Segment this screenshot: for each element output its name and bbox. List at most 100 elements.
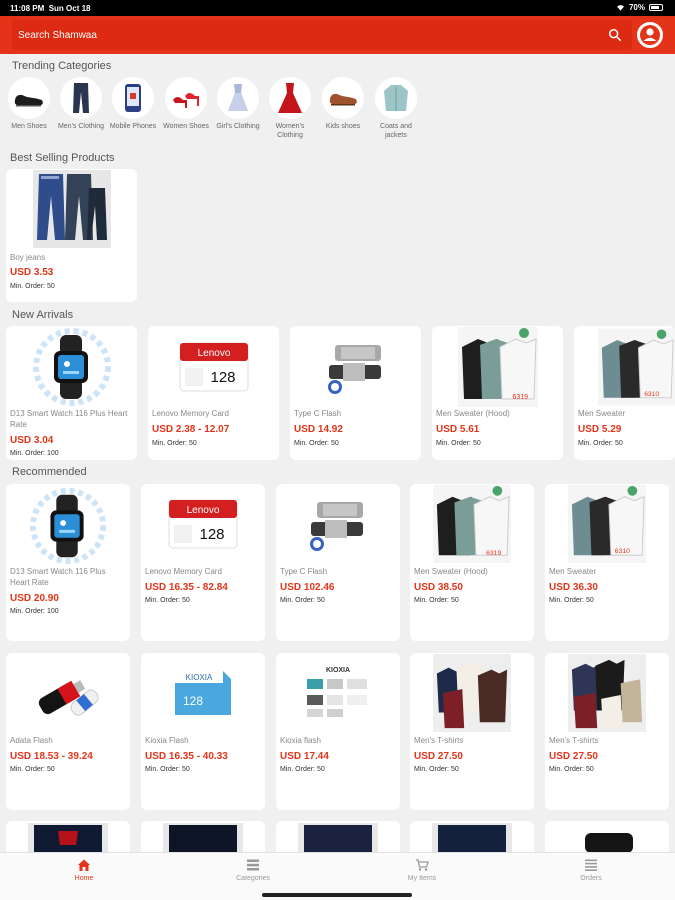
product-card-men-sweater[interactable]: 6310 Men Sweater USD 36.30 Min. Order: 5…	[545, 484, 669, 641]
product-image	[290, 326, 421, 408]
search-input[interactable]: Search Shamwaa	[12, 20, 632, 50]
orders-icon	[585, 859, 597, 871]
category-label: Girl's Clothing	[216, 123, 260, 130]
product-card-lenovo-memory[interactable]: Lenovo 128 Lenovo Memory Card USD 16.35 -…	[141, 484, 265, 641]
svg-text:6310: 6310	[615, 548, 630, 555]
category-coats-jackets[interactable]: Coats and jackets	[372, 77, 420, 140]
product-name: Men's T-shirts	[414, 736, 464, 745]
product-price: USD 17.44	[280, 751, 329, 762]
product-name: Men Sweater (Hood)	[414, 567, 488, 576]
tshirt-image	[568, 654, 646, 732]
product-min-order: Min. Order: 50	[414, 597, 459, 604]
category-kids-shoes[interactable]: Kids shoes	[319, 77, 367, 131]
category-label: Men Shoes	[11, 123, 47, 130]
product-name: Men Sweater	[549, 567, 597, 576]
product-image: 6310	[545, 484, 669, 564]
product-name: Boy jeans	[10, 253, 46, 262]
product-min-order: Min. Order: 50	[414, 766, 459, 773]
product-min-order: Min. Order: 100	[10, 608, 59, 615]
product-name: Adata Flash	[10, 736, 53, 745]
product-image	[545, 653, 669, 733]
svg-text:KIOXIA: KIOXIA	[326, 667, 350, 674]
profile-button[interactable]	[637, 22, 663, 48]
battery-icon	[649, 4, 663, 11]
product-price: USD 36.30	[549, 582, 598, 593]
product-name: Kioxia Flash	[145, 736, 189, 745]
category-thumb	[269, 77, 311, 119]
svg-text:128: 128	[210, 369, 235, 386]
category-label: Coats and jackets	[380, 123, 412, 139]
product-price: USD 5.61	[436, 424, 480, 435]
product-card-smart-watch[interactable]: D13 Smart Watch 116 Plus Heart Rate USD …	[6, 484, 130, 641]
product-card-mens-tshirts[interactable]: Men's T-shirts USD 27.50 Min. Order: 50	[545, 653, 669, 810]
product-min-order: Min. Order: 50	[145, 597, 190, 604]
product-card-men-sweater-hood[interactable]: 6319 Men Sweater (Hood) USD 38.50 Min. O…	[410, 484, 534, 641]
category-womens-clothing[interactable]: Women's Clothing	[266, 77, 314, 140]
category-mobile-phones[interactable]: Mobile Phones	[109, 77, 157, 131]
usb-set-image: KIOXIA	[307, 667, 367, 717]
product-image	[276, 484, 400, 564]
jeans-image	[32, 170, 111, 248]
sweater-image: 6310	[568, 485, 646, 563]
product-card-type-c-flash[interactable]: Type C Flash USD 14.92 Min. Order: 50	[290, 326, 421, 460]
product-image: 6319	[410, 484, 534, 564]
category-thumb	[322, 77, 364, 119]
dress-icon	[228, 84, 248, 111]
category-girls-clothing[interactable]: Girl's Clothing	[214, 77, 262, 131]
product-min-order: Min. Order: 50	[145, 766, 190, 773]
nav-orders[interactable]: Orders	[507, 853, 675, 900]
product-min-order: Min. Order: 50	[152, 440, 197, 447]
product-price: USD 38.50	[414, 582, 463, 593]
search-icon[interactable]	[608, 28, 622, 42]
phone-icon	[125, 84, 141, 112]
svg-text:128: 128	[199, 526, 224, 543]
product-card-men-sweater[interactable]: 6310 Men Sweater USD 5.29 Min. Order: 50	[574, 326, 675, 460]
status-bar: 11:08 PM Sun Oct 18 70%	[0, 0, 675, 16]
product-image: Lenovo 128	[141, 484, 265, 564]
product-name: Lenovo Memory Card	[152, 409, 229, 418]
category-men-shoes[interactable]: Men Shoes	[5, 77, 53, 131]
product-card-men-sweater-hood[interactable]: 6319 Men Sweater (Hood) USD 5.61 Min. Or…	[432, 326, 563, 460]
product-name: Kioxia flash	[280, 736, 321, 745]
product-image	[410, 653, 534, 733]
product-name: Men Sweater	[578, 409, 626, 418]
search-placeholder: Search Shamwaa	[18, 30, 97, 41]
product-card-boy-jeans[interactable]: Boy jeans USD 3.53 Min. Order: 50	[6, 169, 137, 302]
category-label: Women Shoes	[163, 123, 209, 130]
product-name: Men's T-shirts	[549, 736, 599, 745]
category-thumb	[217, 77, 259, 119]
tshirt-image	[28, 823, 108, 853]
cart-icon	[416, 859, 429, 871]
shoe-icon	[14, 94, 43, 107]
home-icon	[78, 859, 90, 871]
trending-categories: Men Shoes Men's Clothing Mobile Phones W…	[5, 77, 675, 147]
category-mens-clothing[interactable]: Men's Clothing	[57, 77, 105, 131]
nav-label: Categories	[236, 875, 270, 882]
svg-text:128: 128	[183, 694, 203, 708]
product-card-kioxia-flash-set[interactable]: KIOXIA Kioxia flash USD 17.44 Min. Order…	[276, 653, 400, 810]
product-card-mens-tshirts[interactable]: Men's T-shirts USD 27.50 Min. Order: 50	[410, 653, 534, 810]
product-price: USD 27.50	[414, 751, 463, 762]
smartwatch-image	[29, 487, 107, 565]
product-image: 6319	[432, 326, 563, 408]
flash-drive-image	[327, 345, 381, 394]
category-label: Kids shoes	[325, 123, 361, 130]
product-name: D13 Smart Watch 116 Plus Heart Rate	[10, 409, 128, 429]
product-card-adata-flash[interactable]: Adata Flash USD 18.53 - 39.24 Min. Order…	[6, 653, 130, 810]
svg-text:6319: 6319	[486, 550, 501, 557]
product-card-type-c-flash[interactable]: Type C Flash USD 102.46 Min. Order: 50	[276, 484, 400, 641]
product-image: Lenovo 128	[148, 326, 279, 408]
product-card-smart-watch[interactable]: D13 Smart Watch 116 Plus Heart Rate USD …	[6, 326, 137, 460]
category-women-shoes[interactable]: Women Shoes	[162, 77, 210, 131]
product-min-order: Min. Order: 50	[549, 597, 594, 604]
category-thumb	[60, 77, 102, 119]
product-price: USD 5.29	[578, 424, 622, 435]
jacket-icon	[384, 85, 408, 111]
product-card-lenovo-memory[interactable]: Lenovo 128 Lenovo Memory Card USD 2.38 - …	[148, 326, 279, 460]
sweater-image: 6310	[598, 328, 675, 406]
product-card-kioxia-flash[interactable]: KIOXIA 128 Kioxia Flash USD 16.35 - 40.33…	[141, 653, 265, 810]
product-image: KIOXIA	[276, 653, 400, 733]
status-time: 11:08 PM Sun Oct 18	[10, 4, 91, 13]
product-price: USD 16.35 - 40.33	[145, 751, 228, 762]
nav-home[interactable]: Home	[0, 853, 168, 900]
